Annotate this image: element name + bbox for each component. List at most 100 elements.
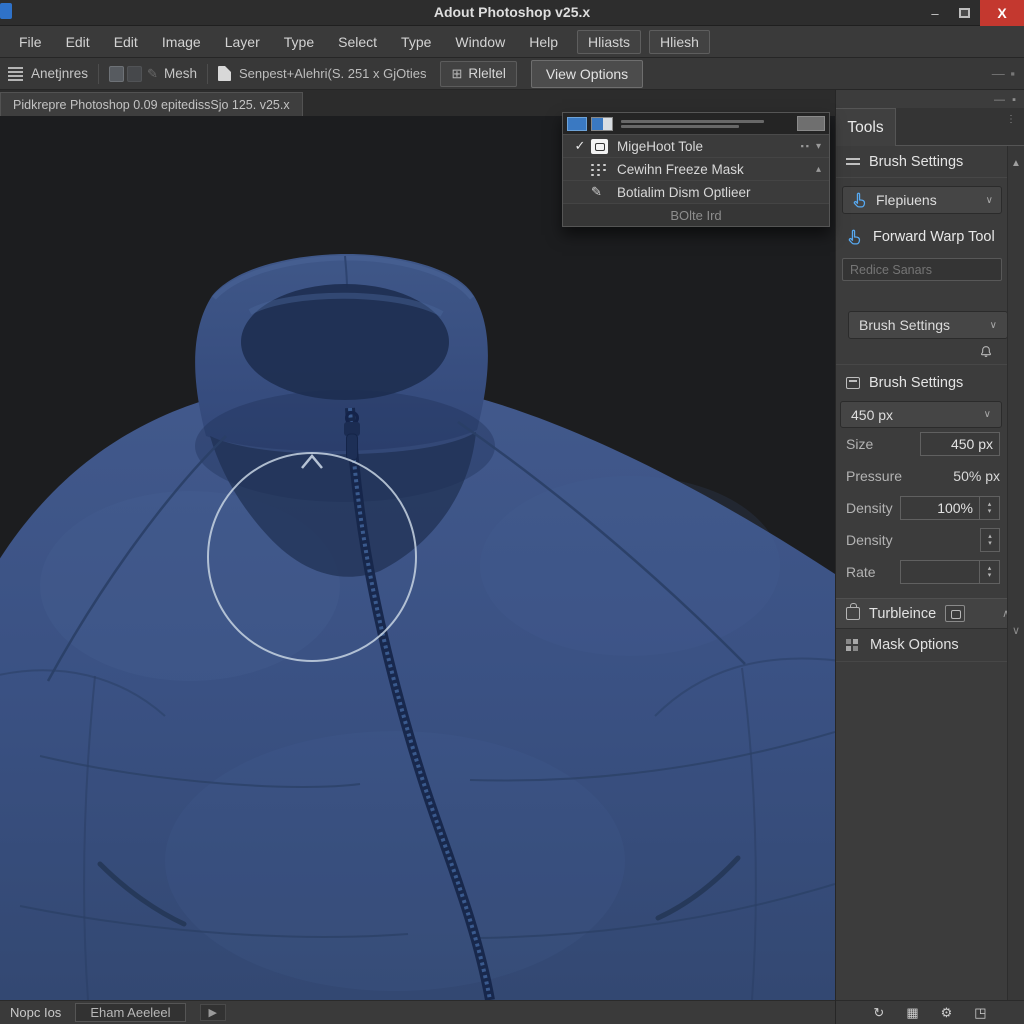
bell-icon[interactable] — [978, 344, 994, 360]
panel-scrollbar[interactable]: ▲ ∨ — [1007, 146, 1024, 1000]
grid-toggle-button[interactable]: ⊞ Rleltel — [440, 61, 516, 87]
size-label: Size — [846, 436, 873, 452]
rate-input[interactable] — [900, 560, 980, 584]
export-icon[interactable]: ◳ — [974, 1005, 986, 1021]
zipper-pull — [347, 434, 358, 460]
density2-stepper[interactable]: ▴ ▾ — [980, 528, 1000, 552]
status-button[interactable]: Eham Aeeleel — [75, 1003, 185, 1022]
application-window: Adout Photoshop v25.x – X File Edit Edit… — [0, 0, 1024, 1024]
brush-settings-header[interactable]: Brush Settings — [836, 146, 1024, 178]
view-options-button[interactable]: View Options — [531, 60, 643, 88]
tool-search-input[interactable] — [842, 258, 1002, 281]
chevron-down-icon: ∨ — [986, 195, 993, 206]
marks-icon: ▪▪ — [801, 141, 811, 151]
menu-type[interactable]: Type — [273, 30, 325, 54]
layers-thumb-icon-2[interactable] — [127, 66, 142, 82]
panel-tab-strip: ⋮ — [896, 108, 1024, 146]
scroll-up-icon[interactable]: ▲ — [1008, 158, 1024, 169]
preview-thumbnail-icon — [567, 117, 587, 131]
panel-bottom-toolbar: ↻ ▦ ⚙ ◳ — [836, 1000, 1024, 1024]
active-tool-row[interactable]: Forward Warp Tool — [836, 222, 1024, 252]
menu-image[interactable]: Image — [151, 30, 212, 54]
grid-icon: ⊞ — [451, 66, 462, 82]
turbulence-section[interactable]: Turbleince ∧ — [836, 598, 1024, 629]
options-bar: Anetjnres ✎ Mesh Senpest+Alehri(S. 251 x… — [0, 58, 1024, 90]
minimize-button[interactable]: – — [922, 0, 948, 26]
menu-hliesh[interactable]: Hliesh — [649, 30, 710, 54]
panel-menu-icon[interactable]: ⋮ — [1006, 114, 1016, 125]
stepper-up-icon: ▴ — [988, 501, 992, 508]
grid-toggle-label: Rleltel — [468, 66, 506, 81]
menu-edit[interactable]: Edit — [55, 30, 101, 54]
menu-layer[interactable]: Layer — [214, 30, 271, 54]
turbulence-icon — [846, 607, 860, 620]
menu-help[interactable]: Help — [518, 30, 569, 54]
density-stepper[interactable]: ▴ ▾ — [980, 496, 1000, 520]
scroll-down-icon[interactable]: ∨ — [1008, 624, 1024, 637]
maximize-button[interactable] — [950, 0, 978, 26]
preview-thumbnail-icon-2 — [591, 117, 613, 131]
menu-item-label: Cewihn Freeze Mask — [617, 162, 744, 177]
forward-warp-icon — [846, 228, 864, 246]
stepper-up-icon: ▴ — [988, 533, 992, 540]
menu-select[interactable]: Select — [327, 30, 388, 54]
brush-settings-select[interactable]: Brush Settings ∨ — [848, 311, 1008, 339]
presets-menu-icon[interactable] — [8, 65, 23, 83]
status-left-label: Nopc Ios — [10, 1005, 61, 1020]
menu-file[interactable]: File — [8, 30, 53, 54]
brush-size-select-value: 450 px — [851, 407, 893, 423]
density-row: Density ▴ ▾ — [836, 492, 1024, 524]
chevron-down-icon: ∨ — [984, 409, 991, 420]
freeze-mask-icon — [591, 162, 608, 177]
menu-item-freeze-mask[interactable]: Cewihn Freeze Mask ▴ — [563, 158, 829, 181]
title-bar: Adout Photoshop v25.x – X — [0, 0, 1024, 26]
turbulence-label: Turbleince — [869, 606, 936, 622]
panel-collapse-icon[interactable]: — ▪ — [994, 94, 1018, 106]
context-menu-preview-strip — [563, 113, 829, 135]
menu-window[interactable]: Window — [444, 30, 516, 54]
density2-label: Density — [846, 532, 893, 548]
warp-hand-icon — [851, 191, 869, 209]
mask-options-section[interactable]: Mask Options — [836, 629, 1024, 662]
tools-tab[interactable]: Tools — [836, 108, 896, 146]
refresh-icon[interactable]: ↻ — [873, 1005, 884, 1021]
menu-type-2[interactable]: Type — [390, 30, 442, 54]
liquify-canvas[interactable] — [0, 116, 835, 1000]
menu-item-dism-optlieer[interactable]: ✎ Botialim Dism Optlieer — [563, 181, 829, 204]
size-input[interactable] — [920, 432, 1000, 456]
mesh-label[interactable]: Mesh — [164, 66, 197, 81]
rate-stepper[interactable]: ▴ ▾ — [980, 560, 1000, 584]
pen-icon[interactable]: ✎ — [147, 66, 158, 82]
gear-icon[interactable]: ⚙ — [941, 1005, 953, 1021]
grid-view-icon[interactable]: ▦ — [906, 1005, 918, 1021]
rate-row: Rate ▴ ▾ — [836, 556, 1024, 588]
tool-preset-select[interactable]: Flepiuens ∨ — [842, 186, 1002, 214]
presets-label[interactable]: Anetjnres — [31, 66, 88, 81]
mask-options-label: Mask Options — [870, 637, 959, 653]
density-label: Density — [846, 500, 893, 516]
stepper-down-icon: ▾ — [988, 572, 992, 579]
tool-context-menu: ✓ MigeHoot Tole ▪▪ ▾ Cewihn Freeze Mask … — [562, 112, 830, 227]
menu-item-label: Botialim Dism Optlieer — [617, 185, 751, 200]
close-button[interactable]: X — [980, 0, 1024, 26]
brush-size-select[interactable]: 450 px ∨ — [840, 401, 1002, 428]
menu-item-migehoot-tole[interactable]: ✓ MigeHoot Tole ▪▪ ▾ — [563, 135, 829, 158]
divider — [98, 64, 99, 84]
turbulence-badge-icon[interactable] — [945, 605, 965, 622]
section-menu-icon — [846, 156, 860, 168]
brush-settings-select-value: Brush Settings — [859, 317, 950, 333]
document-info: Senpest+Alehri(S. 251 x GjOties — [239, 66, 427, 81]
section-title: Brush Settings — [869, 154, 963, 170]
workspace-switcher-icon[interactable]: — ▪ — [992, 66, 1016, 81]
document-tab[interactable]: Pidkrepre Photoshop 0.09 epitedissSjo 12… — [0, 92, 303, 116]
menu-item-bolte-ird[interactable]: BOlte Ird — [563, 204, 829, 226]
menu-edit-2[interactable]: Edit — [103, 30, 149, 54]
play-button[interactable]: ▶ — [200, 1004, 226, 1021]
status-bar: Nopc Ios Eham Aeeleel ▶ — [0, 1000, 835, 1024]
brush-icon: ✎ — [591, 184, 608, 200]
chevron-down-icon: ▾ — [816, 141, 823, 152]
menu-hliasts[interactable]: Hliasts — [577, 30, 641, 54]
density-input[interactable] — [900, 496, 980, 520]
pressure-row: Pressure 50% px — [836, 460, 1024, 492]
layers-thumb-icon[interactable] — [109, 66, 124, 82]
